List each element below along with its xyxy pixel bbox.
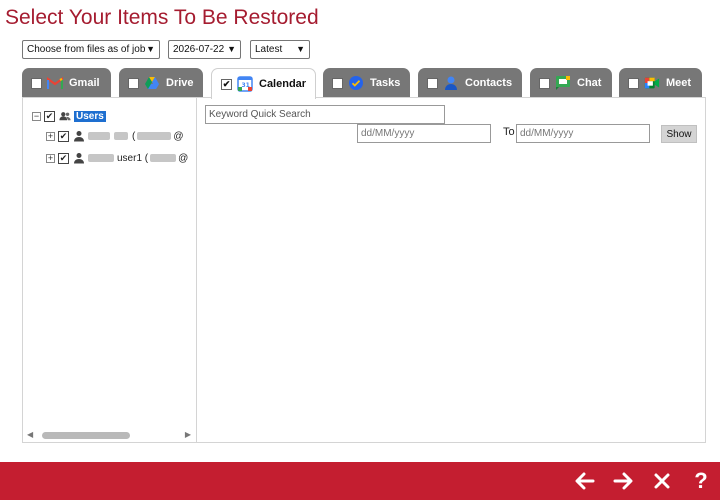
content-panel: − ✔ Users + ✔ ( @ + ✔ user1 ( @ ◀ ▶ xyxy=(22,97,706,443)
job-select-value: Choose from files as of job xyxy=(27,44,146,55)
tab-calendar[interactable]: ✔ 31 Calendar xyxy=(211,68,316,99)
tree-label-user1-suffix: user1 ( xyxy=(117,152,149,164)
chevron-down-icon: ▼ xyxy=(296,44,305,54)
tab-meet-label: Meet xyxy=(666,77,692,89)
tab-meet-checkbox[interactable] xyxy=(628,77,639,89)
date-select[interactable]: 2026-07-22 ▼ xyxy=(168,40,241,59)
footer-bar: ? xyxy=(0,462,720,500)
tab-contacts[interactable]: Contacts xyxy=(418,68,522,98)
tree-node-users[interactable]: − ✔ Users xyxy=(32,110,106,122)
gmail-icon xyxy=(47,75,63,91)
tab-gmail[interactable]: Gmail xyxy=(22,68,111,98)
version-select-value: Latest xyxy=(255,44,283,55)
date-to-input[interactable]: dd/MM/yyyy xyxy=(516,124,650,143)
scrollbar-thumb[interactable] xyxy=(42,432,130,439)
date-select-value: 2026-07-22 xyxy=(173,44,225,55)
tree-node-user1[interactable]: + ✔ user1 ( @ xyxy=(46,152,188,164)
arrow-right-icon xyxy=(613,472,633,490)
collapse-icon[interactable]: − xyxy=(32,111,41,121)
tree-checkbox-user[interactable]: ✔ xyxy=(58,130,69,142)
scroll-left-icon[interactable]: ◀ xyxy=(27,430,33,439)
calendar-icon: 31 xyxy=(237,76,253,92)
tasks-icon xyxy=(348,75,364,91)
tree-label-user-tail: @ xyxy=(173,130,184,142)
redacted-name xyxy=(88,154,114,162)
meet-icon xyxy=(644,75,660,91)
tab-drive-label: Drive xyxy=(166,77,194,89)
redacted-name xyxy=(88,132,110,140)
user-icon xyxy=(74,131,84,142)
chevron-down-icon: ▼ xyxy=(146,44,155,54)
tab-tasks[interactable]: Tasks xyxy=(323,68,410,98)
tab-contacts-label: Contacts xyxy=(465,77,513,89)
show-button[interactable]: Show xyxy=(661,125,697,143)
tab-calendar-label: Calendar xyxy=(259,78,307,90)
tab-gmail-checkbox[interactable] xyxy=(31,77,42,89)
tab-chat-label: Chat xyxy=(577,77,602,89)
date-to-label: To xyxy=(503,126,515,138)
tree-checkbox-user1[interactable]: ✔ xyxy=(58,152,69,164)
tab-gmail-label: Gmail xyxy=(69,77,100,89)
contacts-icon xyxy=(443,75,459,91)
tab-meet[interactable]: Meet xyxy=(619,68,702,98)
scroll-right-icon[interactable]: ▶ xyxy=(185,430,191,439)
job-select[interactable]: Choose from files as of job ▼ xyxy=(22,40,160,59)
keyword-search-placeholder: Keyword Quick Search xyxy=(209,109,311,120)
tree-label-user-suffix: ( xyxy=(132,130,136,142)
service-tabs: Gmail Drive ✔ 31 Calendar Tasks Contacts xyxy=(22,68,706,99)
next-button[interactable] xyxy=(610,468,636,494)
date-from-input[interactable]: dd/MM/yyyy xyxy=(357,124,491,143)
close-button[interactable] xyxy=(649,468,675,494)
arrow-left-icon xyxy=(575,472,595,490)
tab-chat-checkbox[interactable] xyxy=(539,77,550,89)
help-button[interactable]: ? xyxy=(688,468,714,494)
tab-tasks-label: Tasks xyxy=(370,77,401,89)
expand-icon[interactable]: + xyxy=(46,153,55,163)
tree-node-user[interactable]: + ✔ ( @ xyxy=(46,130,184,142)
close-icon xyxy=(654,473,670,489)
version-select[interactable]: Latest ▼ xyxy=(250,40,310,59)
date-to-placeholder: dd/MM/yyyy xyxy=(520,128,574,139)
expand-icon[interactable]: + xyxy=(46,131,55,141)
tab-contacts-checkbox[interactable] xyxy=(427,77,438,89)
svg-text:31: 31 xyxy=(242,82,250,89)
tab-chat[interactable]: Chat xyxy=(530,68,612,98)
redacted-email xyxy=(137,132,172,140)
user-icon xyxy=(74,153,84,164)
tab-calendar-checkbox[interactable]: ✔ xyxy=(221,78,232,90)
tab-tasks-checkbox[interactable] xyxy=(332,77,343,89)
tree-label-user1-tail: @ xyxy=(178,152,189,164)
chat-icon xyxy=(555,75,571,91)
chevron-down-icon: ▼ xyxy=(227,44,236,54)
tab-drive[interactable]: Drive xyxy=(119,68,203,98)
date-from-placeholder: dd/MM/yyyy xyxy=(361,128,415,139)
drive-icon xyxy=(144,75,160,91)
page-title: Select Your Items To Be Restored xyxy=(5,6,319,29)
tab-drive-checkbox[interactable] xyxy=(128,77,139,89)
keyword-search-input[interactable]: Keyword Quick Search xyxy=(205,105,445,124)
users-group-icon xyxy=(59,112,71,121)
tree-horizontal-scrollbar[interactable]: ◀ ▶ xyxy=(25,430,195,440)
user-tree: − ✔ Users + ✔ ( @ + ✔ user1 ( @ ◀ ▶ xyxy=(23,98,197,442)
back-button[interactable] xyxy=(572,468,598,494)
redacted-name xyxy=(114,132,128,140)
tree-label-users[interactable]: Users xyxy=(74,110,106,122)
redacted-email xyxy=(150,154,177,162)
tree-checkbox-users[interactable]: ✔ xyxy=(44,110,55,122)
